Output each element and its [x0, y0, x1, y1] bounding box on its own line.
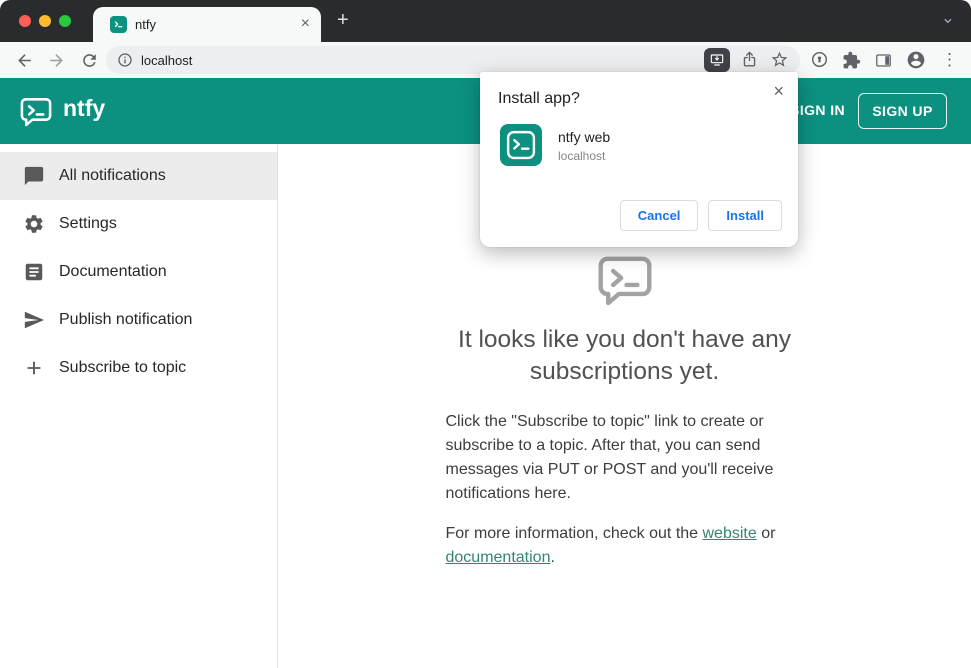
sidebar-item-label: Publish notification	[59, 311, 193, 328]
empty-state-heading: It looks like you don't have any subscri…	[446, 324, 804, 388]
dialog-title: Install app?	[498, 90, 580, 107]
ntfy-logo-icon	[18, 93, 54, 129]
tab-close-icon[interactable]: ×	[301, 15, 310, 33]
heading-line-1: It looks like you don't have any	[458, 326, 791, 353]
profile-avatar-icon[interactable]	[906, 50, 926, 70]
address-bar[interactable]: localhost	[106, 46, 800, 74]
dialog-app-origin: localhost	[558, 149, 606, 163]
website-link[interactable]: website	[703, 525, 757, 542]
sidebar-item-all-notifications[interactable]: All notifications	[0, 152, 277, 200]
page-info-icon[interactable]	[117, 52, 133, 68]
app-title: ntfy	[63, 95, 106, 121]
new-tab-button[interactable]: +	[337, 9, 349, 32]
window-close-button[interactable]	[19, 15, 31, 27]
sidebar-item-label: Subscribe to topic	[59, 359, 187, 376]
share-button[interactable]	[740, 50, 759, 69]
browser-tab[interactable]: ntfy ×	[93, 7, 321, 42]
install-button[interactable]: Install	[708, 200, 782, 231]
back-button[interactable]	[15, 51, 34, 70]
plus-icon	[27, 361, 41, 375]
gear-icon	[25, 215, 43, 233]
sidebar-item-label: Documentation	[59, 263, 167, 280]
documentation-link[interactable]: documentation	[446, 549, 551, 566]
reload-button[interactable]	[80, 51, 99, 70]
tab-title: ntfy	[135, 17, 156, 32]
article-icon	[25, 263, 43, 281]
sidebar-item-publish-notification[interactable]: Publish notification	[0, 296, 277, 344]
sidebar-item-label: All notifications	[59, 167, 166, 184]
sidebar-item-documentation[interactable]: Documentation	[0, 248, 277, 296]
ntfy-app-icon	[500, 124, 542, 166]
ntfy-favicon-icon	[110, 16, 127, 33]
heading-line-2: subscriptions yet.	[529, 358, 720, 385]
sidebar: All notifications Settings Documentation…	[0, 144, 278, 668]
bookmark-star-icon[interactable]	[770, 50, 789, 69]
more-info-prefix: For more information, check out the	[445, 525, 703, 542]
install-app-button[interactable]	[704, 48, 730, 72]
dialog-app-name: ntfy web	[558, 129, 611, 145]
password-manager-extension-icon[interactable]	[810, 50, 829, 69]
dialog-buttons: Cancel Install	[619, 200, 782, 231]
sidebar-item-settings[interactable]: Settings	[0, 200, 277, 248]
more-info-suffix: .	[550, 549, 555, 566]
sidebar-item-label: Settings	[59, 215, 117, 232]
url-text: localhost	[141, 53, 193, 68]
sidebar-item-subscribe-to-topic[interactable]: Subscribe to topic	[0, 344, 277, 392]
browser-window: ntfy × + ⌄ localhost ⋮ ntfy SIGN IN SIGN…	[0, 0, 971, 668]
empty-state: It looks like you don't have any subscri…	[446, 248, 804, 570]
browser-menu-icon[interactable]: ⋮	[941, 50, 958, 70]
dialog-close-icon[interactable]: ×	[773, 81, 784, 102]
more-info-paragraph: For more information, check out the webs…	[446, 522, 804, 570]
ntfy-terminal-icon	[598, 256, 651, 306]
chat-bubble-icon	[24, 166, 44, 186]
window-zoom-button[interactable]	[59, 15, 71, 27]
send-icon	[24, 311, 45, 329]
cancel-button[interactable]: Cancel	[619, 200, 699, 231]
sign-up-button[interactable]: SIGN UP	[858, 93, 947, 129]
side-panel-icon[interactable]	[874, 51, 893, 70]
extensions-puzzle-icon[interactable]	[842, 51, 861, 70]
window-minimize-button[interactable]	[39, 15, 51, 27]
tab-strip: ntfy × + ⌄	[0, 0, 971, 42]
empty-state-paragraph: Click the "Subscribe to topic" link to c…	[445, 413, 774, 502]
more-info-middle: or	[756, 525, 776, 542]
tab-search-chevron-icon[interactable]: ⌄	[941, 8, 955, 28]
install-app-dialog: Install app? × ntfy web localhost Cancel…	[480, 72, 798, 247]
sign-in-button[interactable]: SIGN IN	[790, 102, 845, 118]
forward-button[interactable]	[47, 51, 66, 70]
